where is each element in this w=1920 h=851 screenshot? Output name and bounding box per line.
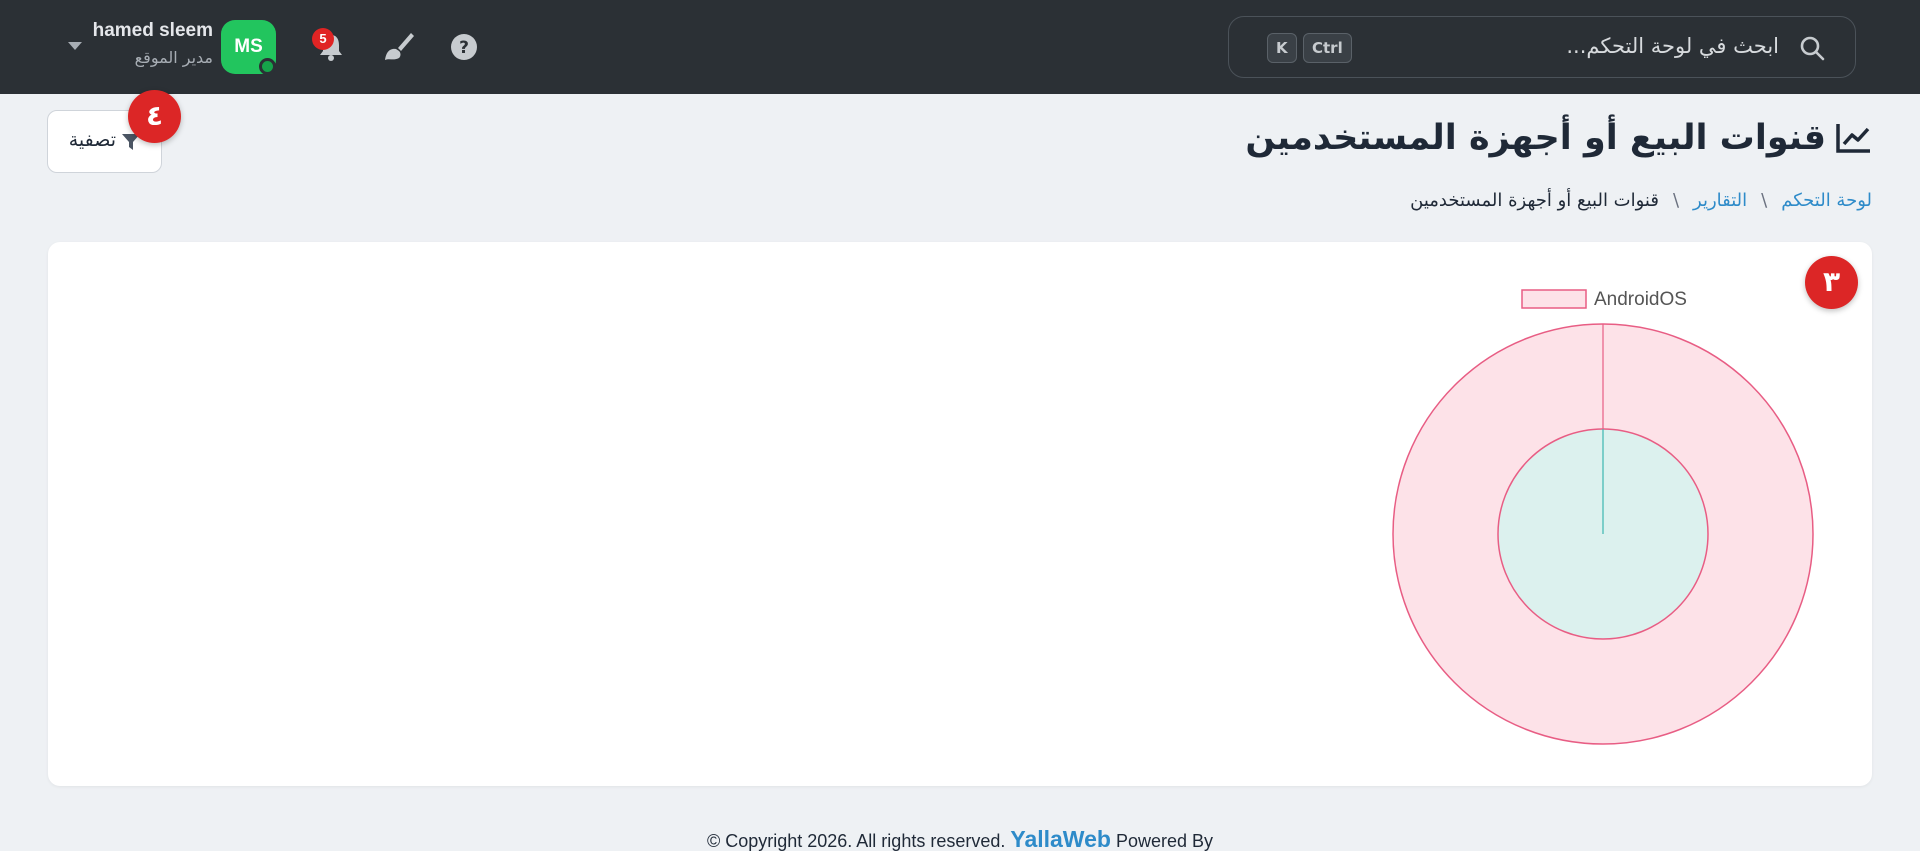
breadcrumb-separator: \ [1672,190,1680,211]
breadcrumb: لوحة التحكم \ التقارير \ قنوات البيع أو … [1410,190,1872,211]
doughnut-chart: AndroidOS [1392,289,1814,745]
footer-powered-by: Powered By [1115,831,1214,851]
page-title-text: قنوات البيع أو أجهزة المستخدمين [1245,118,1826,158]
chart-card: AndroidOS [48,242,1872,786]
breadcrumb-dashboard-link[interactable]: لوحة التحكم [1781,190,1872,211]
footer-copyright: © Copyright 2026. All rights reserved. [706,831,1006,851]
step-badge-chart: ٣ [1805,256,1858,309]
breadcrumb-reports-link[interactable]: التقارير [1693,190,1747,211]
filter-button-label: تصفية [68,129,116,151]
legend-swatch[interactable] [1521,289,1587,309]
footer-brand-link[interactable]: YallaWeb [1010,826,1111,851]
search-box[interactable]: ابحث في لوحة التحكم... Ctrl K [1228,16,1856,78]
search-icon [1800,36,1825,61]
top-navbar: ابحث في لوحة التحكم... Ctrl K ? 5 MS ham… [0,0,1920,94]
user-role: مدير الموقع [134,48,213,67]
svg-text:?: ? [459,38,469,58]
search-input[interactable]: ابحث في لوحة التحكم... [1566,34,1779,58]
step-badge-filter: ٤ [128,90,181,143]
notification-count-badge: 5 [312,28,334,50]
footer: © Copyright 2026. All rights reserved. Y… [0,826,1920,851]
chart-line-icon [1836,124,1870,153]
page-title: قنوات البيع أو أجهزة المستخدمين [1245,118,1872,158]
brush-icon[interactable] [381,30,415,64]
help-icon[interactable]: ? [447,30,481,64]
shortcut-k-key: K [1267,33,1297,63]
chevron-down-icon[interactable] [68,42,82,50]
breadcrumb-current: قنوات البيع أو أجهزة المستخدمين [1410,190,1659,211]
shortcut-ctrl-key: Ctrl [1303,33,1352,63]
online-status-dot [259,58,276,75]
breadcrumb-separator: \ [1761,190,1768,211]
user-name[interactable]: hamed sleem [93,20,213,42]
legend-label[interactable]: AndroidOS [1594,289,1687,310]
